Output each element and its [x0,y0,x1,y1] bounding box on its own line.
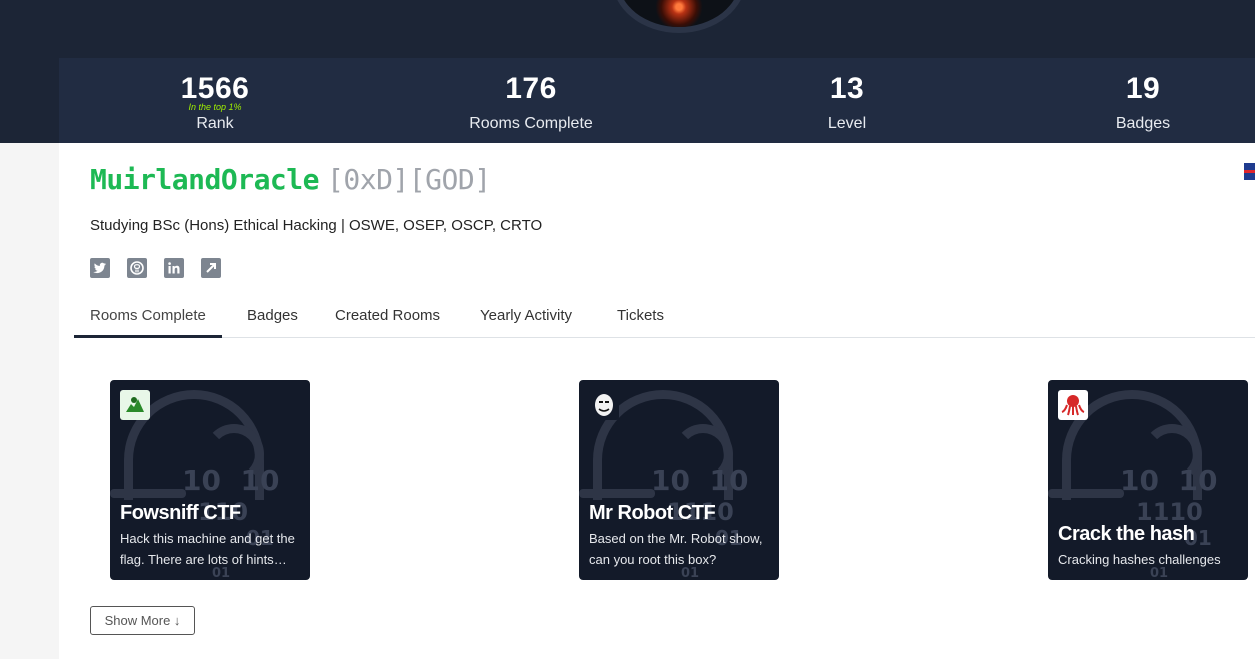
stat-label: Badges [1115,115,1171,132]
external-link-icon[interactable] [201,258,221,278]
username: MuirlandOracle [90,163,320,196]
stat-value: 176 [505,72,557,105]
room-description: Cracking hashes challenges [1058,552,1221,567]
room-description: Based on the Mr. Robot show, can you roo… [589,531,763,567]
bio: Studying BSc (Hons) Ethical Hacking | OS… [90,217,543,234]
tab-yearly-activity[interactable]: Yearly Activity [464,298,588,338]
tab-rooms-complete[interactable]: Rooms Complete [74,298,222,338]
room-title: Mr Robot CTF [589,502,716,524]
mask-icon [589,390,619,420]
profile-tabs: Rooms Complete Badges Created Rooms Year… [74,298,1255,338]
room-card[interactable]: 10 10 110 01 01 Fowsniff CTF Hack this m… [110,380,310,580]
show-more-button[interactable]: Show More ↓ [90,606,195,635]
linkedin-icon[interactable] [164,258,184,278]
flag-icon [1244,163,1255,180]
room-title: Crack the hash [1058,523,1195,545]
stats-bar: 1566 In the top 1% Rank 176 Rooms Comple… [59,58,1255,143]
stat-label: Level [827,115,867,132]
octopus-icon [1058,390,1088,420]
green-hacker-icon [120,390,150,420]
stat-label: Rooms Complete [469,115,593,132]
github-icon[interactable] [127,258,147,278]
tab-tickets[interactable]: Tickets [601,298,680,338]
user-titles: [0xD][GOD] [327,163,491,196]
stat-value: 13 [829,72,865,105]
tab-badges[interactable]: Badges [231,298,314,338]
stat-label: Rank [196,115,234,132]
room-description: Hack this machine and get the flag. Ther… [120,531,295,567]
room-card[interactable]: 10 10 1110 01 01 Mr Robot CTF Based on t… [579,380,779,580]
room-card[interactable]: 10 10 1110 01 01 Crack the hash Cracking… [1048,380,1248,580]
stat-value: 1566 [180,72,250,105]
rank-percentile: In the top 1% [188,102,242,112]
room-title: Fowsniff CTF [120,502,241,524]
tab-created-rooms[interactable]: Created Rooms [319,298,456,338]
stat-value: 19 [1125,72,1161,105]
twitter-icon[interactable] [90,258,110,278]
